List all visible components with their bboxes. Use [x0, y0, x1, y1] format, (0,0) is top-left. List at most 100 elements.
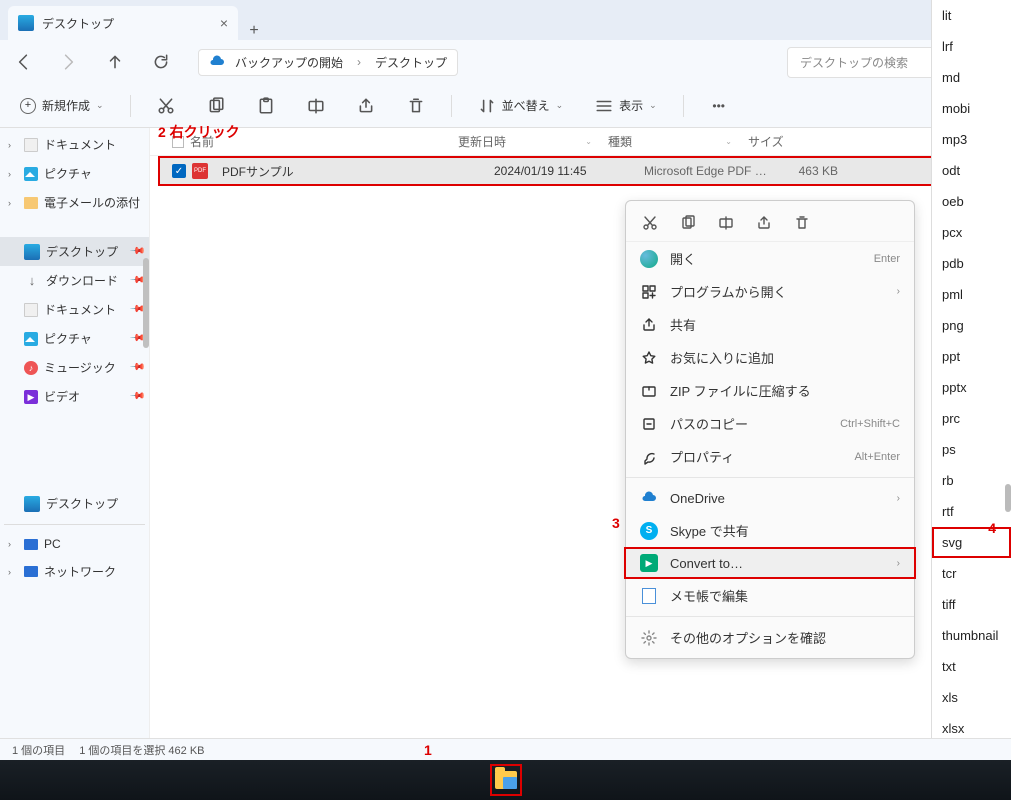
checkbox-checked-icon[interactable]: ✓	[172, 164, 186, 178]
ctx-notepad[interactable]: メモ帳で編集	[626, 579, 914, 612]
sidebar-item-pic[interactable]: ピクチャ📌	[0, 324, 149, 353]
sidebar-item-doc[interactable]: ドキュメント📌	[0, 295, 149, 324]
sidebar-item-label: ピクチャ	[44, 330, 92, 347]
col-size[interactable]: サイズ	[740, 133, 820, 150]
format-thumbnail[interactable]: thumbnail	[932, 620, 1011, 651]
ctx-skype[interactable]: SSkype で共有	[626, 514, 914, 547]
paste-button[interactable]	[251, 93, 281, 119]
format-ps[interactable]: ps	[932, 434, 1011, 465]
doc-icon	[24, 303, 38, 317]
explorer-taskbar-button[interactable]	[490, 764, 522, 796]
share-button[interactable]	[351, 93, 381, 119]
format-lit[interactable]: lit	[932, 0, 1011, 31]
up-button[interactable]	[106, 53, 124, 71]
format-mobi[interactable]: mobi	[932, 93, 1011, 124]
format-mp3[interactable]: mp3	[932, 124, 1011, 155]
breadcrumb-backup[interactable]: バックアップの開始	[235, 54, 343, 71]
close-icon[interactable]: ×	[220, 15, 228, 31]
copy-button[interactable]	[678, 213, 698, 233]
expand-icon[interactable]: ›	[8, 567, 18, 577]
breadcrumb-location[interactable]: デスクトップ	[375, 54, 447, 71]
back-button[interactable]	[14, 53, 32, 71]
format-ppt[interactable]: ppt	[932, 341, 1011, 372]
ctx-zip[interactable]: ZIP ファイルに圧縮する	[626, 374, 914, 407]
format-png[interactable]: png	[932, 310, 1011, 341]
expand-icon[interactable]: ›	[8, 140, 18, 150]
format-rb[interactable]: rb	[932, 465, 1011, 496]
format-txt[interactable]: txt	[932, 651, 1011, 682]
chevron-right-icon: ›	[897, 286, 900, 297]
pin-icon[interactable]: 📌	[128, 388, 145, 405]
col-type[interactable]: 種類⌄	[600, 133, 740, 150]
share-button[interactable]	[754, 213, 774, 233]
convert-icon: ▶	[640, 554, 658, 572]
format-oeb[interactable]: oeb	[932, 186, 1011, 217]
file-name: PDFサンプル	[214, 163, 486, 180]
expand-icon[interactable]: ›	[8, 198, 18, 208]
col-date[interactable]: 更新日時⌄	[450, 133, 600, 150]
forward-button[interactable]	[60, 53, 78, 71]
new-tab-button[interactable]: +	[238, 22, 270, 40]
sidebar-item-pic[interactable]: ›ピクチャ	[0, 159, 149, 188]
format-pml[interactable]: pml	[932, 279, 1011, 310]
rename-button[interactable]	[716, 213, 736, 233]
sort-button[interactable]: 並べ替え ⌄	[472, 93, 570, 119]
format-svg[interactable]: svg	[932, 527, 1011, 558]
expand-icon[interactable]: ›	[8, 539, 18, 549]
ctx-properties[interactable]: プロパティAlt+Enter	[626, 440, 914, 473]
ctx-openwith[interactable]: プログラムから開く›	[626, 275, 914, 308]
refresh-button[interactable]	[152, 53, 170, 71]
new-button[interactable]: + 新規作成 ⌄	[14, 93, 110, 118]
delete-button[interactable]	[792, 213, 812, 233]
sidebar-item-dl[interactable]: ↓ダウンロード📌	[0, 266, 149, 295]
ctx-onedrive[interactable]: OneDrive›	[626, 482, 914, 514]
cut-button[interactable]	[640, 213, 660, 233]
scrollbar[interactable]	[143, 258, 149, 348]
sidebar-item-mail[interactable]: ›電子メールの添付	[0, 188, 149, 217]
ctx-copypath[interactable]: パスのコピーCtrl+Shift+C	[626, 407, 914, 440]
sidebar-item-music[interactable]: ♪ミュージック📌	[0, 353, 149, 382]
cut-button[interactable]	[151, 93, 181, 119]
rename-button[interactable]	[301, 93, 331, 119]
pin-icon[interactable]: 📌	[128, 359, 145, 376]
view-button[interactable]: 表示 ⌄	[589, 93, 663, 119]
ctx-moreoptions[interactable]: その他のオプションを確認	[626, 621, 914, 654]
more-button[interactable]: •••	[704, 93, 734, 119]
sidebar-item-video[interactable]: ▶ビデオ📌	[0, 382, 149, 411]
music-icon: ♪	[24, 361, 38, 375]
breadcrumb[interactable]: バックアップの開始 › デスクトップ	[198, 49, 458, 76]
tab-desktop[interactable]: デスクトップ ×	[8, 6, 238, 40]
ctx-share[interactable]: 共有	[626, 308, 914, 341]
chevron-down-icon: ⌄	[96, 100, 104, 111]
copy-button[interactable]	[201, 93, 231, 119]
format-tcr[interactable]: tcr	[932, 558, 1011, 589]
format-lrf[interactable]: lrf	[932, 31, 1011, 62]
chevron-down-icon[interactable]: ⌄	[725, 137, 732, 146]
file-row[interactable]: ✓ PDF PDFサンプル 2024/01/19 11:45 Microsoft…	[158, 156, 1007, 186]
format-tiff[interactable]: tiff	[932, 589, 1011, 620]
delete-button[interactable]	[401, 93, 431, 119]
sidebar-item-desktop[interactable]: デスクトップ	[0, 489, 149, 518]
format-pcx[interactable]: pcx	[932, 217, 1011, 248]
format-pptx[interactable]: pptx	[932, 372, 1011, 403]
format-rtf[interactable]: rtf	[932, 496, 1011, 527]
chevron-down-icon[interactable]: ⌄	[585, 137, 592, 146]
pin-icon[interactable]: 📌	[128, 243, 145, 260]
format-odt[interactable]: odt	[932, 155, 1011, 186]
sidebar-item-desktop[interactable]: デスクトップ📌	[0, 237, 149, 266]
format-prc[interactable]: prc	[932, 403, 1011, 434]
ctx-favorite[interactable]: お気に入りに追加	[626, 341, 914, 374]
ctx-convert[interactable]: ▶Convert to…›	[624, 547, 916, 579]
format-xls[interactable]: xls	[932, 682, 1011, 713]
annotation-4: 4	[988, 520, 996, 536]
sidebar-item-doc[interactable]: ›ドキュメント	[0, 130, 149, 159]
format-md[interactable]: md	[932, 62, 1011, 93]
sidebar-item-net[interactable]: ›ネットワーク	[0, 557, 149, 586]
expand-icon[interactable]: ›	[8, 169, 18, 179]
sidebar-item-pc[interactable]: ›PC	[0, 531, 149, 557]
ctx-open[interactable]: 開くEnter	[626, 242, 914, 275]
ctx-label: 共有	[670, 315, 696, 334]
format-pdb[interactable]: pdb	[932, 248, 1011, 279]
scrollbar[interactable]	[1005, 484, 1011, 512]
rename-icon	[307, 97, 325, 115]
